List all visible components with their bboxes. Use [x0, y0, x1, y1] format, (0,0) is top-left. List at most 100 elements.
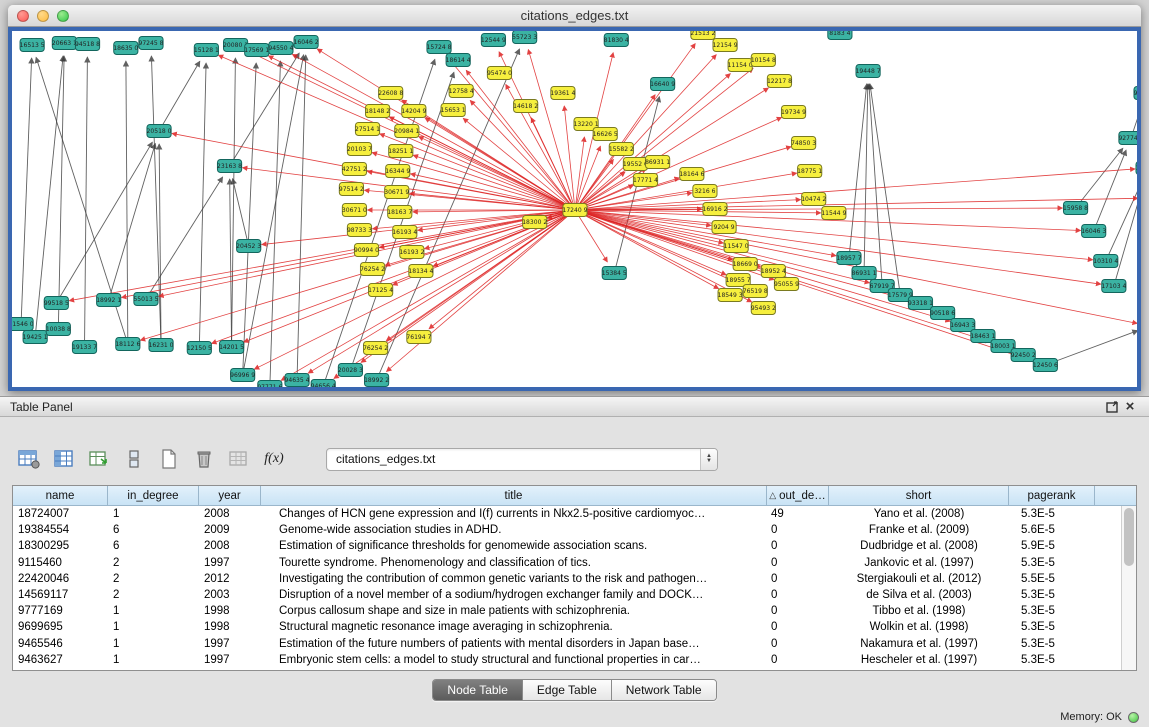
graph-node[interactable]: 18549 3 [718, 289, 743, 302]
table-row[interactable]: 946554611997Estimation of the future num… [13, 636, 1136, 652]
graph-node[interactable]: 9204 9 [712, 221, 736, 234]
graph-node[interactable]: 15582 2 [609, 143, 634, 156]
close-window-button[interactable] [17, 10, 29, 22]
graph-node[interactable]: 21513 2 [690, 31, 715, 40]
graph-node[interactable]: 12154 9 [713, 39, 738, 52]
graph-node[interactable]: 19448 7 [856, 65, 881, 78]
graph-node[interactable]: 90994 0 [354, 244, 379, 257]
function-builder-button[interactable]: f(x) [261, 447, 287, 471]
graph-node[interactable]: 16640 9 [650, 78, 675, 91]
graph-edge[interactable] [870, 84, 900, 295]
graph-node[interactable]: 17103 4 [1101, 280, 1126, 293]
column-header-year[interactable]: year [199, 486, 261, 505]
graph-edge[interactable] [21, 58, 32, 324]
new-table-button[interactable] [156, 447, 182, 471]
graph-edge[interactable] [869, 84, 882, 286]
graph-node[interactable]: 18992 1 [96, 294, 121, 307]
graph-node[interactable]: 20518 0 [147, 125, 172, 138]
graph-node[interactable]: 18614 4 [446, 54, 471, 67]
graph-node[interactable]: 76254 2 [360, 263, 385, 276]
tab-edge-table[interactable]: Edge Table [523, 680, 612, 700]
graph-node[interactable]: 18435 4 [1136, 162, 1137, 175]
graph-node[interactable]: 15653 1 [441, 104, 466, 117]
graph-edge[interactable] [109, 143, 156, 300]
graph-edge[interactable] [447, 57, 575, 210]
graph-edge[interactable] [230, 53, 300, 166]
graph-node[interactable]: 16626 5 [593, 128, 618, 141]
graph-node[interactable]: 30671 9 [384, 186, 409, 199]
column-header-in_degree[interactable]: in_degree [108, 486, 199, 505]
graph-node[interactable]: 94635 4 [285, 374, 310, 387]
column-header-pagerank[interactable]: pagerank [1009, 486, 1095, 505]
graph-node[interactable]: 74850 3 [791, 137, 816, 150]
graph-node[interactable]: 20028 3 [338, 364, 363, 377]
graph-node[interactable]: 86931 1 [645, 156, 670, 169]
minimize-window-button[interactable] [37, 10, 49, 22]
select-columns-button[interactable] [51, 447, 77, 471]
network-graph[interactable]: 17240 922608 818148 227514 120103 742751… [12, 31, 1137, 387]
graph-node[interactable]: 11154 0 [728, 59, 753, 72]
graph-node[interactable]: 20103 7 [347, 143, 372, 156]
graph-node[interactable]: 15724 8 [427, 41, 452, 54]
graph-node[interactable]: 18300 2 [522, 216, 547, 229]
table-row[interactable]: 2242004622012Investigating the contribut… [13, 571, 1136, 587]
graph-node[interactable]: 95194 1 [1134, 87, 1137, 100]
graph-node[interactable]: 8183 4 [828, 31, 852, 40]
graph-edge[interactable] [230, 179, 232, 347]
table-row[interactable]: 911546021997Tourette syndrome. Phenomeno… [13, 555, 1136, 571]
import-table-button[interactable] [86, 447, 112, 471]
graph-node[interactable]: 20452 3 [236, 240, 261, 253]
graph-node[interactable]: 97514 2 [339, 183, 364, 196]
graph-node[interactable]: 17771 4 [633, 174, 658, 187]
graph-edge[interactable] [429, 210, 575, 329]
graph-node[interactable]: 86931 1 [852, 267, 877, 280]
graph-edge[interactable] [126, 61, 128, 344]
graph-node[interactable]: 19133 7 [72, 341, 97, 354]
graph-node[interactable]: 76254 2 [363, 342, 388, 355]
graph-edge[interactable] [575, 88, 768, 210]
zoom-window-button[interactable] [57, 10, 69, 22]
graph-edge[interactable] [1045, 331, 1137, 365]
delete-table-button[interactable] [191, 447, 217, 471]
graph-edge[interactable] [159, 61, 200, 131]
graph-node[interactable]: 99518 5 [44, 297, 69, 310]
graph-node[interactable]: 11547 0 [724, 240, 749, 253]
graph-edge[interactable] [281, 210, 575, 380]
graph-node[interactable]: 92774 4 [1118, 132, 1137, 145]
graph-node[interactable]: 16231 0 [149, 339, 174, 352]
tab-node-table[interactable]: Node Table [433, 680, 523, 700]
graph-edge[interactable] [243, 55, 304, 375]
graph-node[interactable]: 18112 6 [115, 338, 140, 351]
graph-node[interactable]: 14201 5 [219, 341, 244, 354]
scrollbar-thumb[interactable] [1124, 508, 1134, 566]
graph-node[interactable]: 15128 1 [194, 44, 219, 57]
graph-node[interactable]: 92450 2 [1011, 349, 1036, 362]
graph-edge[interactable] [232, 58, 236, 347]
graph-node[interactable]: 16513 5 [20, 39, 45, 52]
column-header-out_de[interactable]: △out_de… [767, 486, 829, 505]
table-selector-dropdown[interactable]: citations_edges.txt ▲▼ [326, 448, 718, 471]
graph-node[interactable]: 18635 0 [113, 42, 138, 55]
graph-node[interactable]: 94550 4 [268, 42, 293, 55]
float-panel-icon[interactable] [1103, 399, 1121, 415]
table-row[interactable]: 1938455462009Genome-wide association stu… [13, 522, 1136, 538]
network-canvas[interactable]: 17240 922608 818148 227514 120103 742751… [12, 31, 1137, 387]
graph-node[interactable]: 94518 8 [75, 38, 100, 51]
graph-node[interactable]: 76519 8 [743, 285, 768, 298]
graph-node[interactable]: 27514 1 [355, 123, 380, 136]
graph-node[interactable]: 17125 4 [368, 284, 393, 297]
graph-node[interactable]: 10310 4 [1093, 255, 1118, 268]
graph-edge[interactable] [575, 210, 726, 275]
graph-node[interactable]: 18148 2 [365, 105, 390, 118]
graph-node[interactable]: 55723 3 [512, 31, 537, 44]
graph-edge[interactable] [1094, 150, 1126, 231]
table-row[interactable]: 969969511998Structural magnetic resonanc… [13, 619, 1136, 635]
graph-edge[interactable] [864, 84, 868, 273]
graph-node[interactable]: 55013 5 [133, 293, 158, 306]
graph-edge[interactable] [292, 54, 575, 210]
graph-node[interactable]: 18164 6 [679, 168, 704, 181]
graph-node[interactable]: 18957 7 [836, 252, 861, 265]
graph-edge[interactable] [1106, 180, 1137, 261]
row-height-button[interactable] [121, 447, 147, 471]
column-header-short[interactable]: short [829, 486, 1009, 505]
